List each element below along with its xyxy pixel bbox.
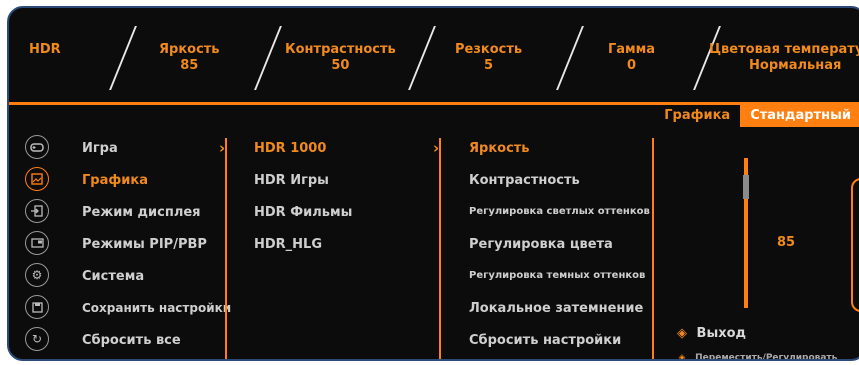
- option-contrast[interactable]: Контрастность: [469, 173, 580, 188]
- hint-move: ◈ Переместить/Регулировать: [672, 353, 838, 361]
- status-contrast-value: 50: [331, 58, 350, 73]
- joystick-icon: ◈: [678, 353, 686, 361]
- status-hdr: HDR: [29, 42, 61, 58]
- divider: [556, 26, 584, 90]
- gear-icon: ⚙: [25, 263, 49, 287]
- status-contrast: Контрастность 50: [285, 42, 396, 74]
- menu-item-system[interactable]: Система: [82, 269, 144, 284]
- status-brightness-value: 85: [180, 58, 199, 73]
- menu-item-graphics[interactable]: Графика: [82, 173, 148, 188]
- brightness-value: 85: [777, 235, 796, 250]
- option-local-dimming[interactable]: Локальное затемнение: [469, 301, 643, 316]
- status-bar: HDR Яркость 85 Контрастность 50 Резкость…: [9, 8, 859, 102]
- submenu-item-hdr-game[interactable]: HDR Игры: [254, 173, 329, 188]
- hint-exit: ◈ Выход: [672, 326, 746, 341]
- brightness-slider-thumb[interactable]: [743, 174, 749, 199]
- side-panel-frame: [851, 178, 859, 312]
- option-brightness[interactable]: Яркость: [469, 141, 530, 156]
- status-color-temp-value: Нормальная: [749, 58, 842, 73]
- status-gamma: Гамма 0: [608, 42, 655, 74]
- menu-item-save-settings[interactable]: Сохранить настройки: [82, 301, 231, 315]
- submenu-item-hdr1000[interactable]: HDR 1000: [254, 141, 326, 156]
- status-sharpness: Резкость 5: [455, 42, 522, 74]
- status-gamma-value: 0: [627, 58, 637, 73]
- option-color-adjust[interactable]: Регулировка цвета: [469, 237, 613, 252]
- save-icon: [25, 295, 49, 319]
- pip-icon: [25, 231, 49, 255]
- status-color-temp: Цветовая температура Нормальная: [709, 42, 859, 74]
- submenu-item-hdr-movie[interactable]: HDR Фильмы: [254, 205, 352, 220]
- column-divider: [652, 138, 654, 359]
- status-contrast-label: Контрастность: [285, 42, 396, 57]
- tab-preset[interactable]: Стандартный: [740, 105, 859, 127]
- osd-window: HDR Яркость 85 Контрастность 50 Резкость…: [7, 6, 859, 361]
- input-icon: [25, 199, 49, 223]
- tab-category[interactable]: Графика: [654, 105, 741, 127]
- option-reset-settings[interactable]: Сбросить настройки: [469, 333, 621, 348]
- divider: [109, 26, 137, 90]
- gamepad-icon: [25, 135, 49, 159]
- menu-item-game[interactable]: Игра: [82, 141, 118, 156]
- status-sharpness-value: 5: [484, 58, 494, 73]
- status-gamma-label: Гамма: [608, 42, 656, 57]
- status-brightness: Яркость 85: [159, 42, 220, 74]
- status-hdr-label: HDR: [29, 42, 61, 57]
- submenu-item-hdr-hlg[interactable]: HDR_HLG: [254, 237, 322, 252]
- status-brightness-label: Яркость: [159, 42, 220, 57]
- column-divider: [439, 138, 441, 359]
- column-divider: [225, 138, 227, 359]
- reset-icon: ↻: [25, 327, 49, 351]
- option-highlight-adjust[interactable]: Регулировка светлых оттенков: [469, 206, 650, 217]
- joystick-icon: ◈: [677, 326, 687, 341]
- option-shadow-adjust[interactable]: Регулировка темных оттенков: [469, 270, 645, 281]
- status-color-temp-label: Цветовая температура: [709, 42, 859, 57]
- hint-move-label: Переместить/Регулировать: [695, 353, 838, 361]
- image-icon: [25, 167, 49, 191]
- divider: [254, 26, 282, 90]
- status-sharpness-label: Резкость: [455, 42, 523, 57]
- divider: [408, 26, 436, 90]
- menu-item-pip-pbp[interactable]: Режимы PIP/PBP: [82, 237, 207, 252]
- hint-exit-label: Выход: [696, 326, 747, 341]
- menu-item-display-mode[interactable]: Режим дисплея: [82, 205, 201, 220]
- mode-tabs: Графика Стандартный: [654, 105, 859, 127]
- menu-item-reset-all[interactable]: Сбросить все: [82, 333, 181, 348]
